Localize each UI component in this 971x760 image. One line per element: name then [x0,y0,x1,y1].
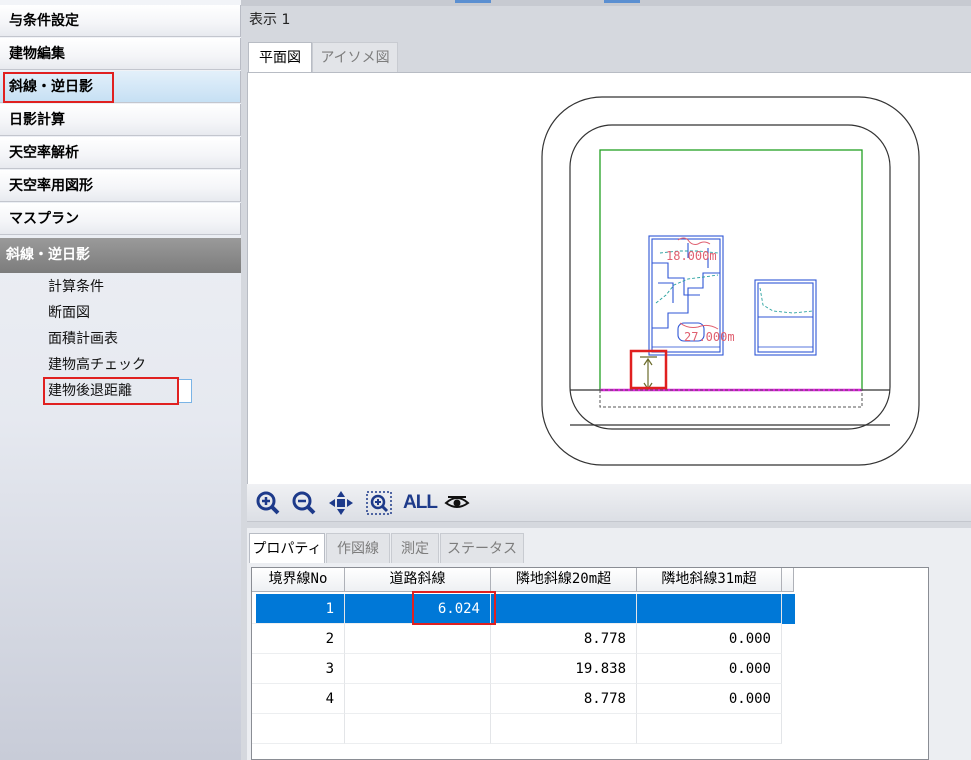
table-cell[interactable] [637,594,782,624]
strip-mark [455,0,491,3]
eye-icon[interactable] [444,490,470,516]
table-cell[interactable]: 8.778 [491,684,637,714]
sub-item-calc-conditions[interactable]: 計算条件 [48,277,104,297]
sub-item-section-view[interactable]: 断面図 [48,303,90,323]
drawing-canvas[interactable]: 18.000m 27.000m [247,72,971,484]
table-cell[interactable]: 1 [252,594,345,624]
zoom-all-button[interactable]: ALL [403,492,438,518]
annotation-curve [679,322,719,330]
property-grid: 境界線No 道路斜線 隣地斜線20m超 隣地斜線31m超 1 6.024 2 8… [251,567,929,760]
table-cell[interactable] [345,684,491,714]
table-cell[interactable]: 8.778 [491,624,637,654]
view-toolbar: ALL [247,484,971,522]
view-title: 表示 1 [249,12,291,28]
building-b [754,279,817,356]
dimension-label-lower: 27.000m [684,330,735,344]
tab-properties[interactable]: プロパティ [249,533,325,563]
table-cell[interactable]: 0.000 [637,654,782,684]
sub-item-area-plan[interactable]: 面積計画表 [48,329,118,349]
selection-edge [178,379,192,403]
zoom-out-icon[interactable] [291,490,317,516]
column-header [782,568,794,592]
nav-sky-ratio-shapes[interactable]: 天空率用図形 [0,170,241,202]
column-header[interactable]: 境界線No [252,568,345,592]
highlight-subitem-box [43,377,179,405]
table-cell [345,714,491,744]
nav-mass-plan[interactable]: マスプラン [0,203,241,235]
table-cell [252,714,345,744]
table-cell[interactable]: 2 [252,624,345,654]
inner-boundary [569,124,891,430]
tab-drawing-lines[interactable]: 作図線 [326,533,390,563]
strip-mark [604,0,640,3]
table-cell[interactable]: 3 [252,654,345,684]
setback-dimension-arrow [640,356,657,391]
nav-building-edit[interactable]: 建物編集 [0,38,241,70]
road-setback-area [599,389,863,408]
table-cell [491,714,637,744]
highlight-nav-box [3,72,114,103]
table-cell[interactable]: 19.838 [491,654,637,684]
tab-plan-view[interactable]: 平面図 [248,42,312,72]
pan-icon[interactable] [328,490,354,516]
column-header[interactable]: 隣地斜線20m超 [491,568,637,592]
table-cell[interactable] [345,624,491,654]
table-cell [637,714,782,744]
dimension-label-upper: 18.000m [666,249,717,263]
zoom-window-icon[interactable] [365,490,393,516]
nav-yojouken[interactable]: 与条件設定 [0,5,241,37]
highlight-value-box [412,591,496,625]
table-cell[interactable]: 4 [252,684,345,714]
tab-isometric[interactable]: アイソメ図 [312,42,398,72]
table-cell[interactable]: 0.000 [637,624,782,654]
zoom-in-icon[interactable] [255,490,281,516]
table-cell[interactable] [491,594,637,624]
column-header[interactable]: 道路斜線 [345,568,491,592]
nav-shadow-calc[interactable]: 日影計算 [0,104,241,136]
tab-status[interactable]: ステータス [440,533,524,563]
nav-sky-ratio-analysis[interactable]: 天空率解析 [0,137,241,169]
table-cell[interactable]: 0.000 [637,684,782,714]
tab-measure[interactable]: 測定 [391,533,439,563]
table-cell[interactable] [345,654,491,684]
plan-drawing: 18.000m 27.000m [541,96,920,466]
site-outline [599,149,863,391]
section-header: 斜線・逆日影 [0,238,241,273]
column-header[interactable]: 隣地斜線31m超 [637,568,782,592]
sub-item-height-check[interactable]: 建物高チェック [48,355,146,375]
